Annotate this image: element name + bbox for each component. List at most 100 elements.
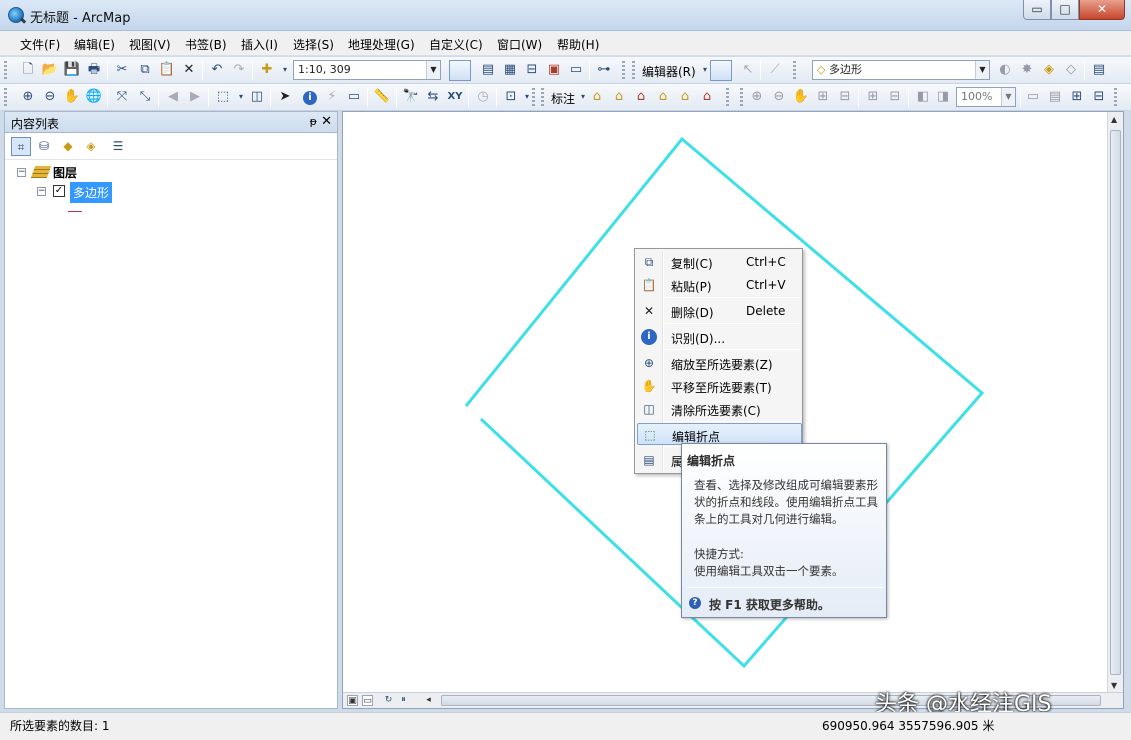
menu-file[interactable]: 文件(F) [20, 36, 60, 53]
layout-zoom-out-icon[interactable]: ⊖ [770, 88, 788, 106]
cut-polygons-icon[interactable]: ◐ [996, 61, 1014, 79]
maximize-button[interactable]: □ [1051, 0, 1079, 20]
labeling-menu[interactable]: 标注 [551, 90, 575, 107]
menu-selection[interactable]: 选择(S) [293, 36, 334, 53]
pan-icon[interactable]: ✋ [63, 88, 81, 106]
identify-icon[interactable]: i [301, 88, 319, 106]
label-manager-icon[interactable]: ⌂ [588, 88, 606, 106]
print-icon[interactable]: 🖶 [85, 61, 103, 79]
toolbar-grip[interactable] [541, 88, 544, 107]
scroll-up-arrow-icon[interactable]: ▲ [1111, 115, 1117, 124]
clear-selection-icon[interactable]: ◫ [248, 88, 266, 106]
feature-template-combo[interactable]: ◇ 多边形 ▼ [812, 60, 990, 80]
menu-help[interactable]: 帮助(H) [557, 36, 599, 53]
layout-view-icon[interactable]: ▭ [362, 695, 373, 706]
menu-customize[interactable]: 自定义(C) [429, 36, 483, 53]
toolbar-grip[interactable] [4, 61, 7, 80]
edit-annotation-icon[interactable]: ↖ [739, 61, 757, 79]
arcmap-app-icon[interactable] [8, 7, 24, 23]
fixed-zoom-in-icon[interactable]: ⤧ [113, 88, 131, 106]
layout-zoom-in-icon[interactable]: ⊕ [748, 88, 766, 106]
sketch-properties-icon[interactable]: ▤ [1090, 61, 1108, 79]
layer-symbol[interactable] [68, 211, 82, 212]
select-features-icon[interactable]: ⬚ [214, 88, 232, 106]
editor-toolbar-toggle-icon[interactable] [449, 60, 471, 81]
toolbar-grip[interactable] [4, 88, 7, 107]
pin-icon[interactable]: ᵽ [310, 115, 317, 128]
change-layout-icon[interactable]: ⊞ [1068, 88, 1086, 106]
rotate-tool-icon[interactable]: ◈ [1040, 61, 1058, 79]
layers-collapse-icon[interactable]: − [17, 168, 26, 177]
list-by-visibility-icon[interactable]: ◆ [58, 137, 78, 156]
redo-icon[interactable]: ↷ [230, 61, 248, 79]
close-icon[interactable]: ✕ [321, 114, 332, 129]
context-menu-paste[interactable]: 📋 粘贴(P) Ctrl+V [637, 274, 802, 296]
menu-geoprocessing[interactable]: 地理处理(G) [348, 36, 415, 53]
pause-drawing-icon[interactable]: ⏸ [398, 695, 409, 706]
layout-zoom-combo[interactable]: 100% ▼ [956, 87, 1016, 107]
vertical-scrollbar[interactable]: ▲ ▼ [1107, 112, 1123, 693]
copy-icon[interactable]: ⧉ [136, 61, 154, 79]
toolbar-grip[interactable] [532, 88, 535, 107]
python-window-icon[interactable]: ▭ [567, 61, 585, 79]
paste-icon[interactable]: 📋 [158, 61, 176, 79]
fixed-zoom-out-layout-icon[interactable]: ⊟ [886, 88, 904, 106]
forward-layout-extent-icon[interactable]: ◨ [934, 88, 952, 106]
toolbar-grip[interactable] [632, 61, 635, 80]
time-slider-icon[interactable]: ◷ [474, 88, 492, 106]
menu-bookmarks[interactable]: 书签(B) [185, 36, 227, 53]
list-by-drawing-order-icon[interactable]: ⌗ [11, 137, 31, 156]
measure-icon[interactable]: 📏 [373, 88, 391, 106]
context-menu-delete[interactable]: ✕ 删除(D) Delete [637, 300, 802, 322]
find-route-icon[interactable]: ⇆ [424, 88, 442, 106]
toolbar-grip[interactable] [1114, 88, 1117, 107]
open-icon[interactable]: 📂 [41, 61, 59, 79]
refresh-icon[interactable]: ↻ [383, 695, 394, 706]
full-extent-icon[interactable]: 🌐 [85, 88, 103, 106]
toolbar-grip[interactable] [622, 61, 625, 80]
add-data-icon[interactable]: ✚ [258, 61, 276, 79]
cut-icon[interactable]: ✂ [113, 61, 131, 79]
layout-pan-icon[interactable]: ✋ [792, 88, 810, 106]
chevron-down-icon[interactable]: ▼ [426, 61, 440, 79]
menu-edit[interactable]: 编辑(E) [74, 36, 115, 53]
pause-labeling-icon[interactable]: ⌂ [632, 88, 650, 106]
list-by-source-icon[interactable]: ⛁ [34, 137, 54, 156]
layer-collapse-icon[interactable]: − [37, 187, 46, 196]
context-menu-clear-selection[interactable]: ◫ 清除所选要素(C) [637, 398, 802, 420]
layout-zoom-100-icon[interactable]: ⊟ [836, 88, 854, 106]
list-by-selection-icon[interactable]: ◈ [81, 137, 101, 156]
split-tool-icon[interactable]: ✸ [1018, 61, 1036, 79]
toggle-draft-mode-icon[interactable]: ▭ [1024, 88, 1042, 106]
edit-tool-icon[interactable] [710, 60, 732, 81]
chevron-down-icon[interactable]: ▼ [975, 61, 989, 79]
fixed-zoom-out-icon[interactable]: ⤡ [136, 88, 154, 106]
minimize-button[interactable]: ▭ [1023, 0, 1051, 20]
view-unplaced-labels-icon[interactable]: ⌂ [654, 88, 672, 106]
layer-name-polygon[interactable]: 多边形 [70, 182, 113, 203]
label-priority-icon[interactable]: ⌂ [676, 88, 694, 106]
editor-menu[interactable]: 编辑器(R) [642, 63, 696, 80]
zoom-out-icon[interactable]: ⊖ [41, 88, 59, 106]
context-menu-edit-vertices[interactable]: ⬚ 编辑折点 [637, 423, 802, 445]
model-builder-icon[interactable]: ⊶ [595, 61, 613, 79]
context-menu-copy[interactable]: ⧉ 复制(C) Ctrl+C [637, 251, 802, 273]
scroll-left-arrow-icon[interactable]: ◂ [423, 695, 434, 706]
arctoolbox-icon[interactable]: ▣ [545, 61, 563, 79]
chevron-down-icon[interactable]: ▼ [1001, 88, 1015, 106]
add-data-dropdown-icon[interactable]: ▾ [276, 61, 294, 79]
search-window-icon[interactable]: ⊟ [523, 61, 541, 79]
delete-icon[interactable]: ✕ [180, 61, 198, 79]
toolbar-grip[interactable] [740, 88, 743, 107]
context-menu-zoom-to-selected[interactable]: ⊕ 缩放至所选要素(Z) [637, 352, 802, 374]
menu-insert[interactable]: 插入(I) [241, 36, 278, 53]
toc-options-icon[interactable]: ☰ [108, 137, 128, 156]
go-to-xy-icon[interactable]: XY [446, 88, 464, 106]
menu-windows[interactable]: 窗口(W) [497, 36, 542, 53]
layout-zoom-whole-icon[interactable]: ⊞ [814, 88, 832, 106]
lock-labels-icon[interactable]: ⌂ [610, 88, 628, 106]
undo-icon[interactable]: ↶ [208, 61, 226, 79]
layer-visibility-checkbox[interactable]: ✓ [53, 185, 65, 197]
toolbar-grip[interactable] [726, 88, 729, 107]
toolbar-grip[interactable] [793, 61, 796, 80]
